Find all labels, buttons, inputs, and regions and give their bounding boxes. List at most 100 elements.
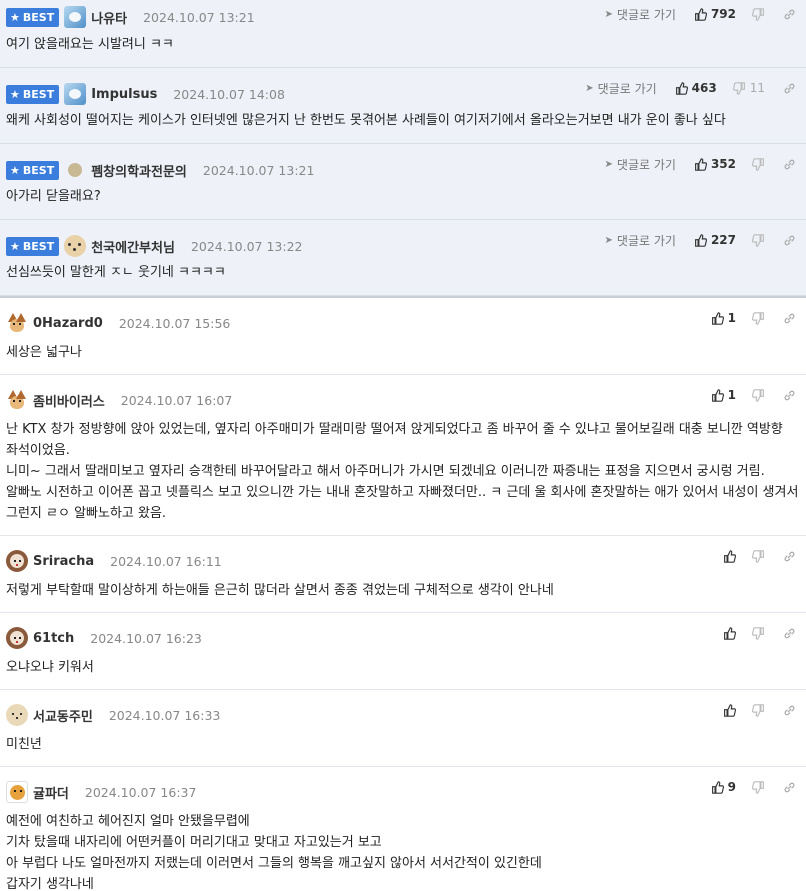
- thumbs-down-icon: [752, 703, 765, 717]
- comment-actions: ➤ 댓글로 가기 792: [605, 0, 796, 28]
- nickname[interactable]: 61tch: [33, 631, 74, 646]
- arrow-icon: ➤: [604, 8, 613, 20]
- comment-text: 미친년: [6, 737, 42, 752]
- avatar[interactable]: [6, 312, 28, 334]
- link-icon[interactable]: [783, 82, 796, 95]
- link-icon[interactable]: [783, 312, 796, 325]
- best-label: BEST: [22, 163, 55, 177]
- comment-text: 여기 앉을래요는 시발려니 ㅋㅋ: [6, 37, 174, 52]
- link-icon[interactable]: [783, 389, 796, 402]
- avatar[interactable]: [6, 627, 28, 649]
- nickname[interactable]: 귤파더: [33, 783, 69, 802]
- comment-body: 저렇게 부탁할때 말이상하게 하는애들 은근히 많더라 살면서 종종 겪었는데 …: [6, 580, 800, 612]
- arrow-icon: ➤: [604, 158, 613, 170]
- downvote-button[interactable]: [752, 626, 765, 640]
- downvote-button[interactable]: [752, 780, 765, 794]
- avatar[interactable]: [64, 235, 87, 257]
- downvote-button[interactable]: [752, 311, 765, 325]
- downvote-button[interactable]: [752, 703, 765, 717]
- link-icon[interactable]: [783, 8, 796, 21]
- thumbs-down-icon: [752, 626, 765, 640]
- downvote-button[interactable]: 11: [732, 81, 765, 95]
- best-badge: ★ BEST: [6, 7, 60, 27]
- nickname[interactable]: 펨창의학과전문의: [91, 161, 187, 180]
- avatar[interactable]: [68, 163, 83, 177]
- upvote-count: 1: [727, 388, 736, 402]
- comment-body: 미친년: [6, 734, 800, 766]
- goto-reply-label: 댓글로 가기: [616, 233, 676, 248]
- comment-date: 2024.10.07 15:56: [118, 315, 231, 331]
- upvote-button[interactable]: 792: [694, 7, 736, 21]
- comment: 0Hazard0 2024.10.07 15:56 1 세상은 넓구나: [0, 296, 806, 375]
- link-icon[interactable]: [783, 234, 796, 247]
- downvote-button[interactable]: [752, 233, 765, 247]
- comment-text: 난 KTX 창가 정방향에 앉아 있었는데, 옆자리 아주매미가 딸래미랑 떨어…: [6, 422, 783, 458]
- upvote-button[interactable]: [723, 703, 736, 717]
- upvote-button[interactable]: 1: [711, 311, 736, 325]
- upvote-button[interactable]: 227: [694, 233, 736, 247]
- thumbs-up-icon: [711, 311, 724, 325]
- comment-date: 2024.10.07 16:07: [120, 392, 233, 408]
- downvote-button[interactable]: [752, 388, 765, 402]
- avatar[interactable]: [6, 781, 28, 803]
- comment-date: 2024.10.07 16:37: [84, 784, 197, 800]
- downvote-count: 11: [749, 81, 765, 95]
- goto-reply-link[interactable]: ➤ 댓글로 가기: [605, 232, 676, 249]
- nickname[interactable]: 천국에간부처님: [91, 237, 175, 256]
- upvote-button[interactable]: [723, 549, 736, 563]
- goto-reply-link[interactable]: ➤ 댓글로 가기: [605, 6, 676, 23]
- nickname[interactable]: 좀비바이러스: [33, 391, 105, 410]
- avatar[interactable]: [6, 389, 28, 411]
- upvote-button[interactable]: 352: [694, 157, 736, 171]
- comment: 서교동주민 2024.10.07 16:33 미친년: [0, 690, 806, 767]
- best-label: BEST: [22, 87, 55, 101]
- goto-reply-label: 댓글로 가기: [597, 81, 657, 96]
- comment-body: 아가리 닫을래요?: [6, 186, 800, 219]
- comment-header: 좀비바이러스 2024.10.07 16:07: [6, 375, 800, 419]
- comment-header: Sriracha 2024.10.07 16:11: [6, 536, 800, 580]
- best-comment: ★ BEST 천국에간부처님 2024.10.07 13:22 ➤ 댓글로 가기 227 선심…: [0, 220, 806, 296]
- avatar[interactable]: [6, 704, 28, 726]
- comment-text: 예전에 여친하고 헤어진지 얼마 안됐을무렵에: [6, 814, 250, 829]
- arrow-icon: ➤: [585, 82, 594, 94]
- nickname[interactable]: Impulsus: [91, 87, 157, 102]
- nickname[interactable]: 0Hazard0: [33, 316, 103, 331]
- comment-text: 선심쓰듯이 말한게 ㅈㄴ 웃기네 ㅋㅋㅋㅋ: [6, 265, 226, 280]
- avatar[interactable]: [64, 83, 87, 105]
- comment-actions: [723, 542, 796, 570]
- upvote-button[interactable]: 9: [711, 780, 736, 794]
- avatar[interactable]: [6, 550, 28, 572]
- link-icon[interactable]: [783, 550, 796, 563]
- comment: 좀비바이러스 2024.10.07 16:07 1 난 KTX 창가 정방향에 앉아 …: [0, 375, 806, 536]
- thumbs-up-icon: [694, 157, 707, 171]
- thumbs-up-icon: [723, 703, 736, 717]
- upvote-button[interactable]: 1: [711, 388, 736, 402]
- comment-text: 세상은 넓구나: [6, 345, 82, 360]
- comment-actions: ➤ 댓글로 가기 463 11: [585, 74, 796, 102]
- goto-reply-link[interactable]: ➤ 댓글로 가기: [605, 156, 676, 173]
- thumbs-up-icon: [723, 549, 736, 563]
- comment-header: 귤파더 2024.10.07 16:37: [6, 767, 800, 811]
- nickname[interactable]: 서교동주민: [33, 706, 93, 725]
- best-label: BEST: [22, 239, 55, 253]
- link-icon[interactable]: [783, 704, 796, 717]
- nickname[interactable]: Sriracha: [33, 554, 94, 569]
- link-icon[interactable]: [783, 158, 796, 171]
- best-comment: ★ BEST 펨창의학과전문의 2024.10.07 13:21 ➤ 댓글로 가기 352 아…: [0, 144, 806, 220]
- link-icon[interactable]: [783, 627, 796, 640]
- downvote-button[interactable]: [752, 157, 765, 171]
- link-icon[interactable]: [783, 781, 796, 794]
- nickname[interactable]: 나유타: [91, 8, 127, 27]
- star-icon: ★: [10, 163, 20, 177]
- downvote-button[interactable]: [752, 7, 765, 21]
- comment-body: 왜케 사회성이 떨어지는 케이스가 인터넷엔 많은거지 난 한번도 못겪어본 사…: [6, 110, 800, 143]
- comment: Sriracha 2024.10.07 16:11 저렇게 부탁할때 말이상하게 하…: [0, 536, 806, 613]
- upvote-button[interactable]: 463: [675, 81, 717, 95]
- upvote-button[interactable]: [723, 626, 736, 640]
- upvote-count: 792: [710, 7, 736, 21]
- goto-reply-link[interactable]: ➤ 댓글로 가기: [585, 80, 656, 97]
- star-icon: ★: [10, 87, 20, 101]
- downvote-button[interactable]: [752, 549, 765, 563]
- avatar[interactable]: [64, 6, 87, 28]
- thumbs-up-icon: [675, 81, 688, 95]
